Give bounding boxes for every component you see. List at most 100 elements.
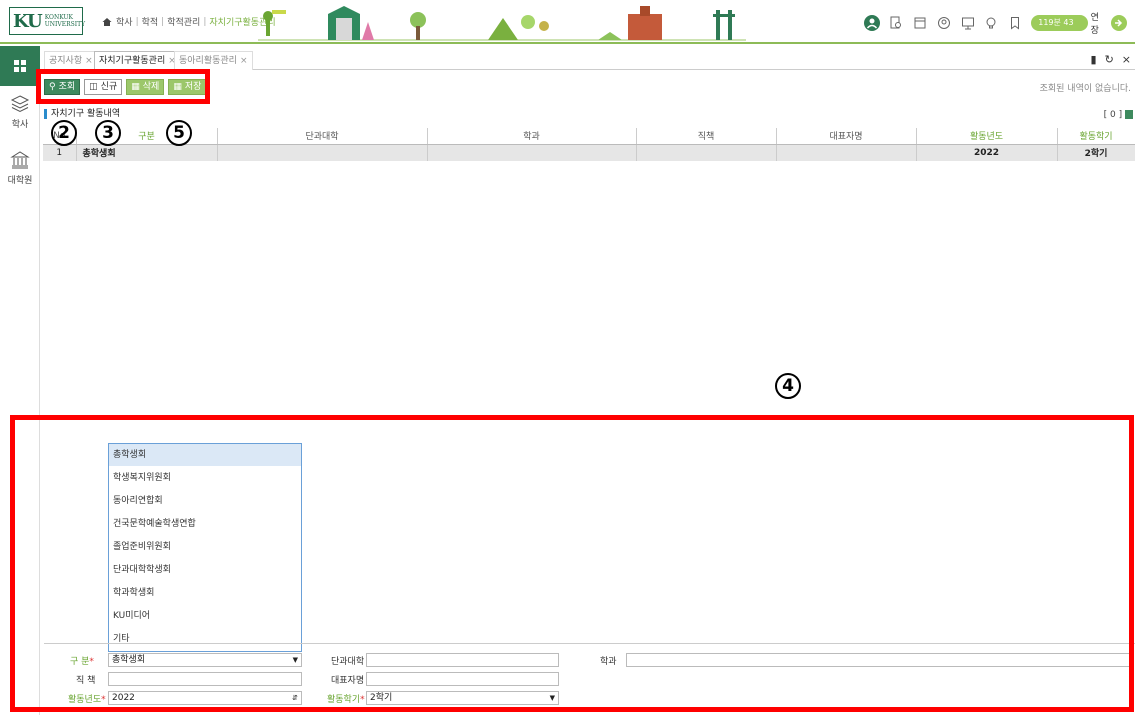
semester-select-value: 2학기 bbox=[370, 693, 393, 703]
grid-icon bbox=[14, 60, 26, 72]
tab-notice[interactable]: 공지사항 × bbox=[44, 51, 98, 70]
semester-select[interactable]: 2학기 ▼ bbox=[366, 691, 559, 705]
save-button-label: 저장 bbox=[184, 82, 202, 92]
delete-button[interactable]: ▦ 삭제 bbox=[126, 79, 165, 95]
year-spinner-value: 2022 bbox=[112, 693, 135, 703]
tab-council-activity[interactable]: 자치기구활동관리 × bbox=[94, 51, 181, 70]
menu-grid-button[interactable] bbox=[0, 46, 40, 86]
college-input[interactable] bbox=[366, 653, 559, 667]
cell-rep bbox=[776, 144, 917, 161]
sidebar-item-academic[interactable]: 학사 bbox=[0, 94, 40, 130]
search-icon: ⚲ bbox=[49, 82, 56, 92]
search-button[interactable]: ⚲ 조회 bbox=[44, 79, 81, 95]
college-label: 단과대학 bbox=[331, 657, 365, 667]
monitor-icon[interactable] bbox=[960, 15, 976, 31]
dept-label: 학과 bbox=[600, 657, 617, 667]
save-button[interactable]: ▦ 저장 bbox=[168, 79, 207, 95]
cell-dept bbox=[427, 144, 637, 161]
bookmark-icon[interactable] bbox=[1007, 15, 1023, 31]
logo-mark: KU bbox=[13, 10, 43, 32]
lightbulb-icon[interactable] bbox=[984, 15, 1000, 31]
cell-type: 총학생회 bbox=[76, 144, 218, 161]
logout-icon[interactable] bbox=[1111, 15, 1128, 31]
cell-college bbox=[217, 144, 428, 161]
type-label: 구 분* bbox=[70, 657, 94, 667]
close-icon[interactable]: × bbox=[85, 56, 93, 66]
table-row[interactable]: 1 총학생회 2022 2학기 bbox=[43, 144, 1135, 161]
layers-icon bbox=[10, 95, 30, 113]
annotation-marker-4: 4 bbox=[775, 373, 801, 399]
session-timer-badge: 119분 43초 bbox=[1031, 15, 1088, 43]
left-sidebar: 학사 대학원 bbox=[0, 46, 40, 715]
breadcrumb-item[interactable]: 학적 bbox=[142, 15, 159, 28]
detail-form: 구 분* 총학생회 ▼ 단과대학 학과 직 책 대표자명 활동년도* 2022 ⇵ … bbox=[44, 643, 1135, 705]
bookmark-icon[interactable]: ▮ bbox=[1091, 53, 1097, 66]
action-toolbar: ⚲ 조회 ◫ 신규 ▦ 삭제 ▦ 저장 bbox=[44, 76, 210, 98]
dropdown-option[interactable]: 학생복지위원회 bbox=[109, 467, 301, 489]
breadcrumb: 학사 | 학적 | 학적관리 | 자치기구활동관리 bbox=[102, 15, 276, 28]
column-header-rep[interactable]: 대표자명 bbox=[776, 128, 917, 145]
app-header: KU KONKUK UNIVERSITY 학사 | 학적 | 학적관리 | 자치기구활… bbox=[0, 0, 1135, 44]
type-dropdown-list[interactable]: 총학생회 학생복지위원회 동아리연합회 건국문학예술학생연합 졸업준비위원회 단… bbox=[108, 443, 302, 652]
column-header-college[interactable]: 단과대학 bbox=[217, 128, 428, 145]
chevron-down-icon: ▼ bbox=[549, 694, 555, 702]
close-all-icon[interactable]: × bbox=[1122, 53, 1131, 66]
document-search-icon[interactable] bbox=[888, 15, 904, 31]
sidebar-item-graduate[interactable]: 대학원 bbox=[0, 150, 40, 186]
column-header-year[interactable]: 활동년도 bbox=[916, 128, 1058, 145]
save-icon: ▦ bbox=[173, 82, 182, 92]
tab-bar: 공지사항 × 자치기구활동관리 × 동아리활동관리 × ▮ ↻ × bbox=[44, 50, 1135, 70]
year-spinner[interactable]: 2022 ⇵ bbox=[108, 691, 302, 705]
delete-button-label: 삭제 bbox=[142, 82, 160, 92]
cell-year: 2022 bbox=[916, 144, 1058, 161]
tab-label: 공지사항 bbox=[49, 56, 83, 66]
home-icon[interactable] bbox=[102, 17, 112, 27]
type-select-value: 총학생회 bbox=[112, 655, 146, 665]
annotation-marker-3: 3 bbox=[95, 120, 121, 146]
rep-input[interactable] bbox=[366, 672, 559, 686]
new-document-icon: ◫ bbox=[89, 82, 98, 92]
spinner-arrows-icon[interactable]: ⇵ bbox=[292, 692, 298, 704]
sidebar-item-label: 학사 bbox=[11, 120, 29, 130]
refresh-icon[interactable]: ↻ bbox=[1105, 53, 1114, 66]
column-header-position[interactable]: 직책 bbox=[636, 128, 777, 145]
dropdown-option[interactable]: 학과학생회 bbox=[109, 582, 301, 604]
search-button-label: 조회 bbox=[58, 82, 76, 92]
tab-label: 자치기구활동관리 bbox=[99, 56, 166, 66]
cell-position bbox=[636, 144, 777, 161]
breadcrumb-item[interactable]: 학사 bbox=[116, 15, 133, 28]
cell-semester: 2학기 bbox=[1057, 144, 1135, 161]
window-icon[interactable] bbox=[912, 15, 928, 31]
tab-club-activity[interactable]: 동아리활동관리 × bbox=[174, 51, 253, 70]
dropdown-option[interactable]: 건국문학예술학생연합 bbox=[109, 513, 301, 535]
section-title: 자치기구 활동내역 bbox=[44, 109, 120, 119]
extend-session-button[interactable]: 연장 bbox=[1091, 10, 1107, 36]
grid-header-row: No 구분 단과대학 학과 직책 대표자명 활동년도 활동학기 bbox=[43, 128, 1135, 145]
semester-label: 활동학기* bbox=[327, 695, 365, 705]
position-label: 직 책 bbox=[76, 676, 96, 686]
university-logo[interactable]: KU KONKUK UNIVERSITY bbox=[9, 7, 85, 35]
building-icon bbox=[10, 151, 30, 169]
column-header-dept[interactable]: 학과 bbox=[427, 128, 637, 145]
position-input[interactable] bbox=[108, 672, 302, 686]
annotation-marker-5: 5 bbox=[166, 120, 192, 146]
delete-icon: ▦ bbox=[131, 82, 140, 92]
dropdown-option[interactable]: KU미디어 bbox=[109, 605, 301, 627]
user-profile-icon[interactable] bbox=[864, 15, 880, 31]
new-button[interactable]: ◫ 신규 bbox=[84, 79, 123, 95]
column-header-semester[interactable]: 활동학기 bbox=[1057, 128, 1135, 145]
dept-input[interactable] bbox=[626, 653, 1131, 667]
dropdown-option[interactable]: 졸업준비위원회 bbox=[109, 536, 301, 558]
dropdown-option[interactable]: 동아리연합회 bbox=[109, 490, 301, 512]
breadcrumb-item[interactable]: 학적관리 bbox=[167, 15, 200, 28]
settings-user-icon[interactable] bbox=[936, 15, 952, 31]
dropdown-option[interactable]: 총학생회 bbox=[109, 444, 301, 466]
type-select[interactable]: 총학생회 ▼ bbox=[108, 653, 302, 667]
record-count: [ 0 ] bbox=[1104, 110, 1133, 120]
close-icon[interactable]: × bbox=[240, 56, 248, 66]
activity-grid: No 구분 단과대학 학과 직책 대표자명 활동년도 활동학기 1 총학생회 2… bbox=[43, 128, 1135, 161]
sidebar-item-label: 대학원 bbox=[7, 176, 33, 186]
chevron-down-icon: ▼ bbox=[292, 656, 298, 664]
excel-export-icon[interactable] bbox=[1125, 110, 1133, 119]
dropdown-option[interactable]: 단과대학학생회 bbox=[109, 559, 301, 581]
